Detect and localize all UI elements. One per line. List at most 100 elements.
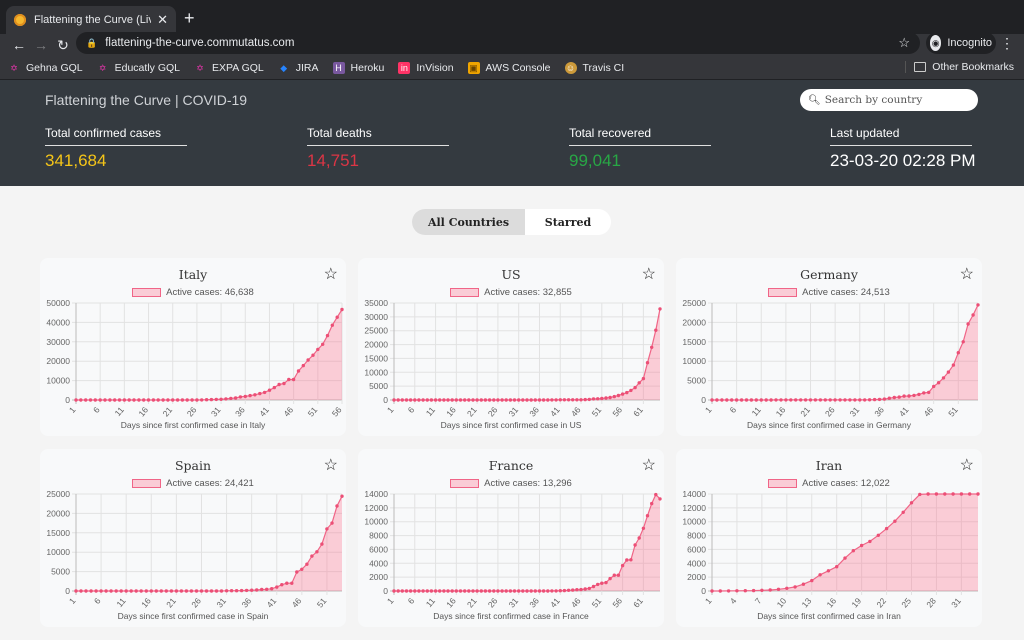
data-point: [454, 398, 458, 402]
site-title: Flattening the Curve | COVID-19: [45, 92, 248, 108]
x-tick-label: 16: [444, 596, 458, 610]
bookmark-label: InVision: [416, 61, 454, 74]
data-point: [408, 398, 413, 402]
data-point: [219, 589, 224, 593]
tab-all-countries[interactable]: All Countries: [412, 209, 525, 235]
data-point: [554, 398, 558, 402]
data-point: [907, 394, 911, 398]
data-point: [851, 549, 855, 553]
bookmark-item[interactable]: ◆ JIRA: [278, 62, 318, 74]
data-point: [396, 589, 400, 593]
data-point: [146, 398, 151, 402]
data-point: [710, 398, 714, 402]
x-tick-label: 46: [281, 405, 295, 419]
chart-legend[interactable]: Active cases: 24,421: [40, 478, 346, 489]
data-point: [103, 398, 107, 402]
bookmark-item[interactable]: in InVision: [398, 61, 454, 74]
graphql-icon: ✡: [10, 62, 18, 73]
data-point: [166, 398, 170, 402]
bookmark-item[interactable]: ☺ Travis CI: [564, 61, 624, 74]
y-tick-label: 10000: [364, 367, 388, 377]
tab-starred[interactable]: Starred: [525, 209, 611, 235]
star-icon[interactable]: ☆: [324, 455, 338, 475]
graphql-icon: ✡: [98, 62, 107, 73]
star-icon[interactable]: ☆: [960, 455, 974, 475]
data-point: [968, 492, 972, 496]
star-icon[interactable]: ☆: [960, 264, 974, 284]
data-point: [754, 398, 758, 402]
data-point: [525, 589, 529, 593]
back-icon[interactable]: ←: [8, 37, 30, 53]
url-text[interactable]: flattening-the-curve.commutatus.com: [105, 37, 898, 49]
data-point: [537, 398, 542, 402]
data-point: [730, 398, 734, 402]
data-point: [566, 398, 571, 402]
search-input[interactable]: 🔍︎ Search by country: [800, 89, 978, 111]
x-tick-label: 56: [610, 596, 624, 610]
bookmark-item[interactable]: ✡ Educatly GQL: [97, 62, 180, 74]
star-icon[interactable]: ☆: [642, 455, 656, 475]
data-point: [164, 589, 168, 593]
y-tick-label: 12000: [364, 503, 388, 513]
data-point: [272, 385, 276, 390]
data-point: [764, 398, 768, 402]
x-tick-label: 1: [703, 405, 714, 415]
y-tick-label: 20000: [46, 356, 70, 366]
data-point: [604, 396, 608, 400]
chart-legend[interactable]: Active cases: 12,022: [676, 478, 982, 489]
data-point: [876, 533, 880, 537]
data-point: [521, 398, 525, 402]
star-icon[interactable]: ☆: [324, 264, 338, 284]
data-point: [479, 589, 483, 593]
bookmark-star-icon[interactable]: ☆: [898, 35, 910, 51]
data-point: [828, 398, 832, 402]
bookmark-item[interactable]: ▣ AWS Console: [467, 61, 551, 74]
chart-legend[interactable]: Active cases: 46,638: [40, 287, 346, 298]
data-point: [321, 342, 325, 346]
forward-icon[interactable]: →: [30, 37, 52, 53]
y-tick-label: 35000: [364, 298, 388, 308]
data-point: [951, 363, 956, 367]
menu-icon[interactable]: ⋮: [1000, 35, 1014, 52]
data-point: [882, 397, 887, 401]
other-bookmarks[interactable]: Other Bookmarks: [905, 61, 1014, 73]
chart-legend[interactable]: Active cases: 32,855: [358, 287, 664, 298]
y-tick-label: 6000: [687, 544, 706, 554]
data-point: [209, 397, 214, 402]
jira-icon: ◆: [280, 62, 288, 73]
close-tab-icon[interactable]: ✕: [157, 12, 168, 28]
new-tab-button[interactable]: +: [184, 8, 195, 29]
data-point: [789, 398, 793, 402]
star-icon[interactable]: ☆: [642, 264, 656, 284]
data-point: [810, 578, 814, 583]
address-bar[interactable]: 🔒 flattening-the-curve.commutatus.com ☆: [76, 32, 920, 54]
x-tick-label: 7: [753, 596, 764, 606]
browser-tab[interactable]: Flattening the Curve (Live) | COVID-19 ✕: [6, 6, 176, 34]
bookmark-item[interactable]: ✡ EXPA GQL: [194, 62, 264, 74]
folder-icon: [914, 62, 927, 72]
chart-legend[interactable]: Active cases: 24,513: [676, 287, 982, 298]
data-point: [433, 398, 438, 402]
y-tick-label: 0: [383, 395, 388, 405]
data-point: [340, 494, 344, 498]
bookmark-item[interactable]: ✡ Gehna GQL: [8, 62, 82, 74]
data-point: [641, 376, 646, 381]
data-point: [612, 573, 616, 577]
legend-label: Active cases: 24,421: [166, 478, 254, 489]
chart-legend[interactable]: Active cases: 13,296: [358, 478, 664, 489]
data-point: [718, 589, 722, 593]
data-point: [429, 398, 434, 402]
reload-icon[interactable]: ↻: [52, 37, 74, 54]
data-point: [104, 589, 108, 593]
y-tick-label: 10000: [46, 547, 70, 557]
data-point: [244, 588, 249, 593]
data-point: [291, 377, 296, 382]
data-point: [529, 589, 533, 593]
data-point: [340, 307, 344, 312]
data-point: [277, 382, 281, 387]
data-point: [471, 589, 475, 593]
bookmark-item[interactable]: H Heroku: [332, 61, 384, 74]
profile-button[interactable]: ◉ Incognito: [926, 32, 996, 54]
area-fill: [712, 304, 978, 400]
data-point: [475, 589, 479, 593]
